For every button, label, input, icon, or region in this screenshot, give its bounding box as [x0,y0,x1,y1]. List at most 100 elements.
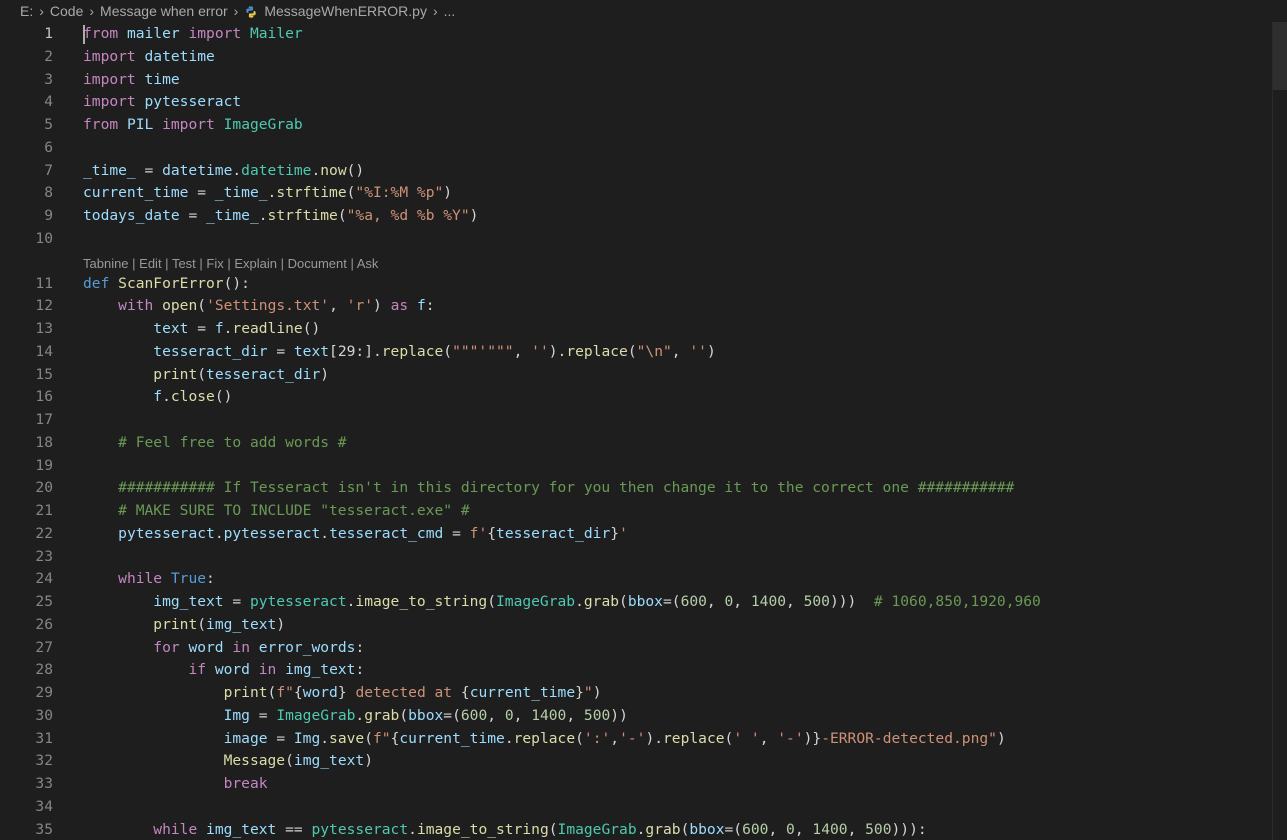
code-line[interactable]: 1 from mailer import Mailer [0,23,1287,45]
code-token: open [162,297,198,315]
code-token: with [118,297,154,315]
code-token: tesseract_dir [496,524,611,542]
codelens-ask[interactable]: Ask [357,256,379,271]
code-line[interactable]: 21 # MAKE SURE TO INCLUDE "tesseract.exe… [0,500,1287,522]
code-token: grab [645,820,681,838]
code-text: todays_date = _time_.strftime("%a, %d %b… [83,205,478,227]
code-token: : [425,297,435,315]
line-number: 29 [35,684,53,701]
code-token: : [355,638,365,656]
code-token: (): [223,274,250,292]
code-line[interactable]: 32 Message(img_text) [0,750,1287,772]
vertical-scrollbar[interactable] [1273,22,1287,840]
code-line[interactable]: 11 def ScanForError(): [0,273,1287,295]
code-text: img_text = pytesseract.image_to_string(I… [83,591,1041,613]
breadcrumb-trail[interactable]: ... [444,3,456,19]
code-line[interactable]: 34 [0,796,1287,818]
code-text: import pytesseract [83,91,241,113]
code-line[interactable]: 17 [0,409,1287,431]
code-line[interactable]: 2 import datetime [0,46,1287,68]
code-text: text = f.readline() [83,318,320,340]
python-file-icon [246,6,257,18]
codelens-explain[interactable]: Explain [234,256,277,271]
code-line[interactable]: 10 [0,228,1287,250]
code-line[interactable]: 7 _time_ = datetime.datetime.now() [0,160,1287,182]
code-line[interactable]: 28 if word in img_text: [0,659,1287,681]
code-token: '-' [777,729,804,747]
code-line[interactable]: 16 f.close() [0,386,1287,408]
code-line[interactable]: 20 ########### If Tesseract isn't in thi… [0,477,1287,499]
code-line[interactable]: 13 text = f.readline() [0,318,1287,340]
code-line[interactable]: 26 print(img_text) [0,614,1287,636]
code-token: } [610,524,620,542]
breadcrumb-item-drive[interactable]: E: [20,3,33,19]
breadcrumb-item-folder[interactable]: Message when error [100,3,228,19]
code-line[interactable]: 24 while True: [0,568,1287,590]
code-token: _time_ [83,161,136,179]
codelens-edit[interactable]: Edit [139,256,161,271]
code-token: now [320,161,347,179]
code-line[interactable]: 4 import pytesseract [0,91,1287,113]
code-line[interactable]: 22 pytesseract.pytesseract.tesseract_cmd… [0,523,1287,545]
code-token: image_to_string [355,593,488,610]
code-token: strftime [276,184,347,202]
code-token: Mailer [249,25,303,42]
code-line[interactable]: 9 todays_date = _time_.strftime("%a, %d %… [0,205,1287,227]
codelens-separator: | [161,255,172,271]
code-line[interactable]: 8 current_time = _time_.strftime("%I:%M %… [0,182,1287,204]
code-token: ImageGrab [223,116,303,133]
code-token: pytesseract [223,524,321,542]
codelens-fix[interactable]: Fix [206,256,223,271]
code-token: ( [267,684,277,701]
code-line[interactable]: 27 for word in error_words: [0,637,1287,659]
code-token: as [390,297,409,315]
code-token: Message [223,752,286,770]
code-line[interactable]: 6 [0,137,1287,159]
code-line[interactable]: 3 import time [0,69,1287,91]
code-line[interactable]: 23 [0,546,1287,568]
code-token: import [162,116,215,133]
code-line[interactable]: 15 print(tesseract_dir) [0,364,1287,386]
breadcrumb-item-file[interactable]: MessageWhenERROR.py [244,3,427,19]
codelens-tabnine[interactable]: Tabnine [83,256,129,271]
code-line[interactable]: 31 image = Img.save(f"{current_time.repl… [0,728,1287,750]
code-line[interactable]: 19 [0,455,1287,477]
code-token: detected at [346,684,461,701]
code-line[interactable]: 5 from PIL import ImageGrab [0,114,1287,136]
code-token: import [83,47,136,65]
code-line[interactable]: 30 Img = ImageGrab.grab(bbox=(600, 0, 14… [0,705,1287,727]
code-token: " [583,684,593,701]
code-text: Message(img_text) [83,750,373,772]
code-token: . [311,161,321,179]
code-token: = [443,524,470,542]
code-line[interactable]: 14 tesseract_dir = text[29:].replace("""… [0,341,1287,363]
code-token: ( [443,342,453,360]
code-token: import [83,93,136,111]
code-text: import datetime [83,46,215,68]
codelens-test[interactable]: Test [172,256,196,271]
code-line[interactable]: 18 # Feel free to add words # [0,432,1287,454]
code-line[interactable]: 35 while img_text == pytesseract.image_t… [0,819,1287,840]
code-token: ':' [583,729,611,747]
code-token: img_text [153,593,224,610]
code-line[interactable]: 12 with open('Settings.txt', 'r') as f: [0,295,1287,317]
codelens-document[interactable]: Document [288,256,347,271]
code-token: replace [381,342,444,360]
code-line[interactable]: 25 img_text = pytesseract. image_to_strin… [0,591,1287,613]
scrollbar-thumb[interactable] [1273,22,1287,90]
code-token: ) [364,752,373,770]
breadcrumb-item-code[interactable]: Code [50,3,83,19]
code-editor[interactable]: 1 from mailer import Mailer 2 import dateti… [0,23,1287,840]
code-token: from [83,25,119,42]
line-number: 20 [35,479,53,497]
code-line[interactable]: 33 break [0,773,1287,795]
code-line[interactable]: 29 print(f"{word} detected at {current_t… [0,682,1287,704]
code-token: text [153,320,189,337]
